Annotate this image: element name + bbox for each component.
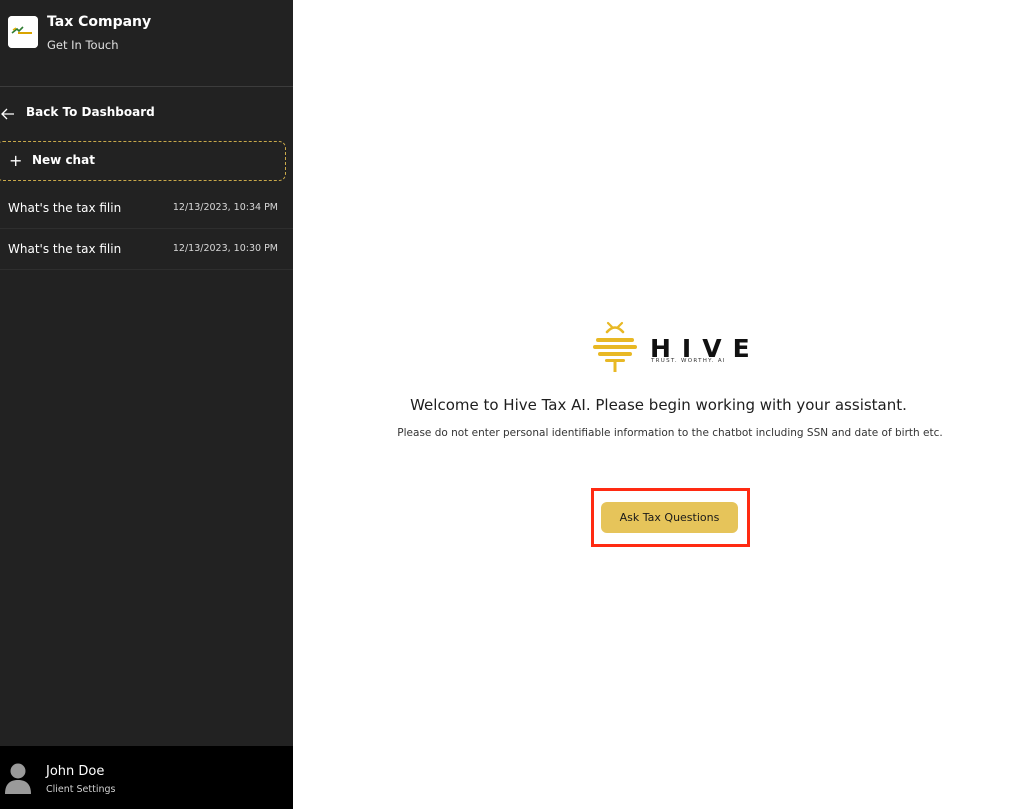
company-header[interactable]: Tax Company Get In Touch	[8, 14, 288, 64]
chat-history-timestamp: 12/13/2023, 10:34 PM	[172, 202, 278, 213]
back-to-dashboard-label: Back To Dashboard	[26, 105, 155, 119]
hive-bee-icon	[593, 321, 637, 372]
user-name: John Doe	[46, 764, 105, 779]
client-settings-label: Client Settings	[46, 784, 116, 795]
hive-logo: HIVE TRUST. WORTHY. AI	[591, 318, 751, 376]
app-root: Tax Company Get In Touch Back To Dashboa…	[0, 0, 1024, 809]
chat-history-item[interactable]: What's the tax filin 12/13/2023, 10:30 P…	[0, 230, 293, 270]
chat-history-title: What's the tax filin	[8, 242, 122, 256]
company-logo-icon	[8, 16, 38, 48]
welcome-heading: Welcome to Hive Tax AI. Please begin wor…	[410, 396, 907, 414]
new-chat-label: New chat	[32, 153, 95, 167]
chat-history-item[interactable]: What's the tax filin 12/13/2023, 10:34 P…	[0, 189, 293, 229]
ask-tax-questions-button[interactable]: Ask Tax Questions	[601, 502, 738, 533]
company-name: Tax Company	[47, 14, 152, 30]
company-logo	[8, 16, 38, 48]
pii-disclaimer: Please do not enter personal identifiabl…	[397, 427, 943, 439]
client-settings-button[interactable]: John Doe Client Settings	[0, 746, 293, 809]
plus-icon: +	[9, 151, 23, 170]
get-in-touch-link[interactable]: Get In Touch	[47, 38, 119, 52]
chat-history-title: What's the tax filin	[8, 201, 122, 215]
user-avatar-icon	[5, 763, 31, 794]
main-content: HIVE TRUST. WORTHY. AI Welcome to Hive T…	[293, 0, 1024, 809]
chat-history-timestamp: 12/13/2023, 10:30 PM	[172, 243, 278, 254]
sidebar-divider	[0, 86, 293, 87]
back-to-dashboard-link[interactable]: Back To Dashboard	[0, 104, 280, 124]
new-chat-button[interactable]: + New chat	[0, 141, 286, 181]
sidebar: Tax Company Get In Touch Back To Dashboa…	[0, 0, 293, 809]
brand-tagline: TRUST. WORTHY. AI	[651, 358, 726, 364]
arrow-left-icon	[1, 108, 14, 120]
